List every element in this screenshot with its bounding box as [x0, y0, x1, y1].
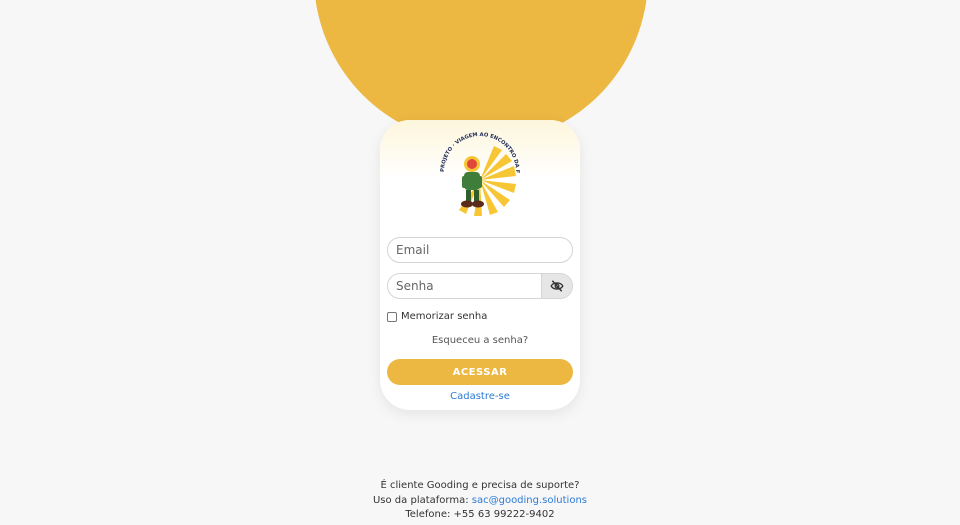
- support-phone: Telefone: +55 63 99222-9402: [405, 509, 555, 520]
- login-card: PROJETO · VIAGEM AO ENCONTRO DA FELICIDA…: [380, 120, 580, 410]
- signup-link[interactable]: Cadastre-se: [380, 391, 580, 402]
- email-field[interactable]: [387, 237, 573, 263]
- remember-checkbox[interactable]: [387, 311, 397, 322]
- remember-password-option[interactable]: Memorizar senha: [387, 311, 487, 322]
- password-field[interactable]: [387, 273, 573, 299]
- project-logo: PROJETO · VIAGEM AO ENCONTRO DA FELICIDA…: [434, 130, 520, 216]
- toggle-password-button[interactable]: [541, 274, 572, 298]
- support-email-line: Uso da plataforma: sac@gooding.solutions: [0, 494, 960, 509]
- support-email-link[interactable]: sac@gooding.solutions: [472, 495, 587, 506]
- support-question: É cliente Gooding e precisa de suporte?: [380, 480, 580, 491]
- login-page: PROJETO · VIAGEM AO ENCONTRO DA FELICIDA…: [0, 0, 960, 525]
- email-input[interactable]: [388, 238, 566, 262]
- forgot-password-link[interactable]: Esqueceu a senha?: [380, 335, 580, 346]
- support-footer: É cliente Gooding e precisa de suporte? …: [0, 479, 960, 523]
- remember-label: Memorizar senha: [401, 311, 488, 322]
- password-input[interactable]: [388, 274, 541, 298]
- access-button[interactable]: ACESSAR: [387, 359, 573, 385]
- support-email-prefix: Uso da plataforma:: [372, 494, 472, 506]
- eye-off-icon: [550, 280, 564, 292]
